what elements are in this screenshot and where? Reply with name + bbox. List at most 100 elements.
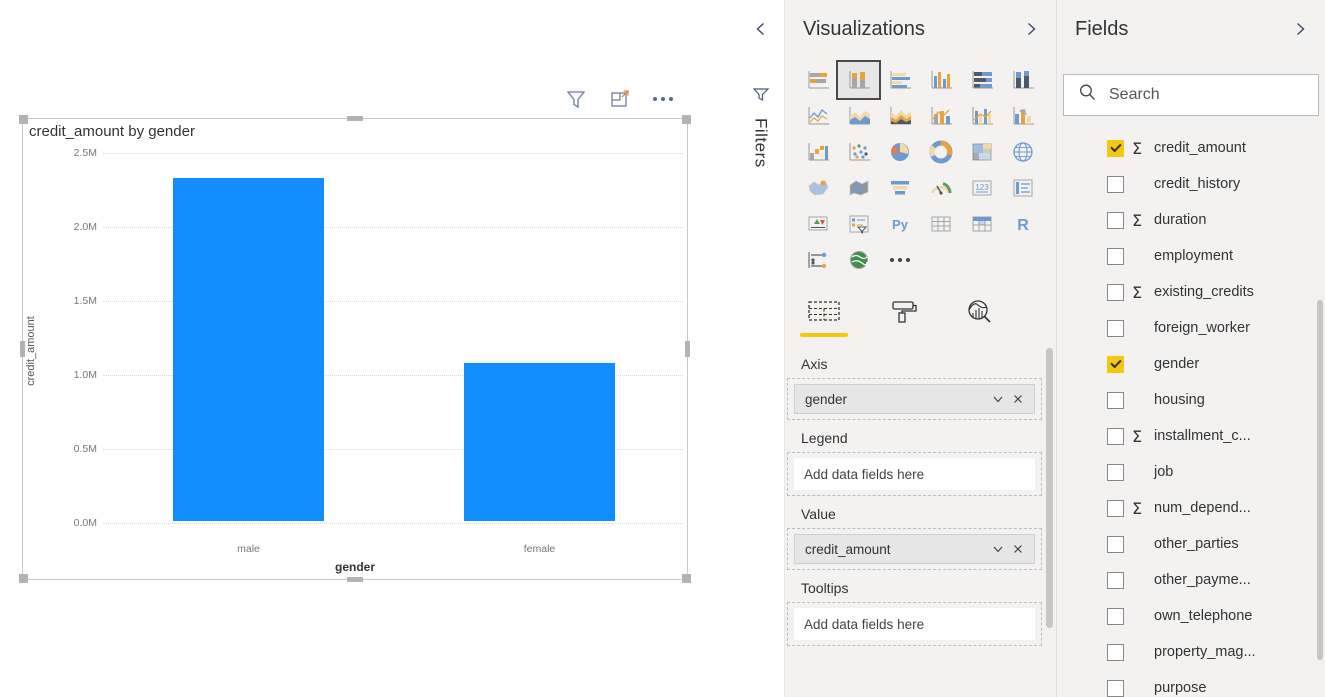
kpi-icon[interactable] — [797, 206, 838, 242]
svg-text:123: 123 — [975, 183, 989, 192]
field-checkbox[interactable] — [1107, 283, 1124, 301]
field-checkbox[interactable] — [1107, 247, 1124, 265]
fields-tab[interactable] — [785, 295, 863, 337]
field-row[interactable]: credit_history — [1057, 166, 1325, 202]
field-row[interactable]: other_parties — [1057, 526, 1325, 562]
field-row[interactable]: own_telephone — [1057, 598, 1325, 634]
matrix-icon[interactable] — [961, 206, 1002, 242]
filters-rail[interactable]: Filters — [737, 0, 785, 697]
more-options-icon[interactable] — [653, 88, 673, 110]
remove-field-icon[interactable] — [1008, 389, 1028, 409]
multi-row-card-icon[interactable] — [1002, 170, 1043, 206]
pie-chart-icon[interactable] — [879, 134, 920, 170]
field-row[interactable]: property_mag... — [1057, 634, 1325, 670]
map-icon[interactable] — [1002, 134, 1043, 170]
field-checkbox[interactable] — [1107, 391, 1124, 409]
field-row[interactable]: Σexisting_credits — [1057, 274, 1325, 310]
fields-search-box[interactable] — [1063, 74, 1319, 116]
visualizations-scrollbar[interactable] — [1046, 348, 1053, 628]
more-visuals-icon[interactable] — [879, 242, 920, 278]
filled-map-icon[interactable] — [797, 170, 838, 206]
field-checkbox[interactable] — [1107, 319, 1124, 337]
field-checkbox[interactable] — [1107, 499, 1124, 517]
field-row[interactable]: foreign_worker — [1057, 310, 1325, 346]
chevron-left-icon[interactable] — [752, 20, 770, 38]
donut-chart-icon[interactable] — [920, 134, 961, 170]
field-checkbox[interactable] — [1107, 571, 1124, 589]
field-row[interactable]: Σinstallment_c... — [1057, 418, 1325, 454]
stacked-column-chart-icon[interactable] — [836, 60, 881, 100]
filter-funnel-icon[interactable] — [752, 85, 770, 103]
fields-scrollbar[interactable] — [1317, 300, 1323, 660]
field-checkbox[interactable] — [1107, 679, 1124, 697]
shape-map-icon[interactable] — [838, 170, 879, 206]
visualization-type-gallery[interactable]: 123 Py R — [797, 60, 1045, 278]
field-chip-gender[interactable]: gender — [794, 384, 1035, 414]
bar-female[interactable] — [463, 362, 616, 521]
field-row[interactable]: job — [1057, 454, 1325, 490]
field-row[interactable]: employment — [1057, 238, 1325, 274]
field-row[interactable]: gender — [1057, 346, 1325, 382]
slicer-icon[interactable] — [838, 206, 879, 242]
format-tab[interactable] — [863, 295, 941, 337]
well-dropzone-legend[interactable]: Add data fields here — [787, 452, 1042, 496]
r-script-visual-icon[interactable]: R — [1002, 206, 1043, 242]
field-checkbox[interactable] — [1107, 211, 1124, 229]
sigma-aggregate-icon: Σ — [1131, 426, 1143, 446]
well-dropzone-value[interactable]: credit_amount — [787, 528, 1042, 570]
report-canvas[interactable]: credit_amount by gender 0.0M 0.5M 1.0M 1.5M… — [0, 0, 737, 697]
clustered-bar-chart-icon[interactable] — [879, 62, 920, 98]
card-icon[interactable]: 123 — [961, 170, 1002, 206]
field-row[interactable]: Σnum_depend... — [1057, 490, 1325, 526]
field-row[interactable]: housing — [1057, 382, 1325, 418]
chevron-right-icon[interactable] — [1022, 20, 1040, 38]
scatter-chart-icon[interactable] — [838, 134, 879, 170]
field-checkbox[interactable] — [1107, 175, 1124, 193]
clustered-column-chart-icon[interactable] — [920, 62, 961, 98]
field-row[interactable]: other_payme... — [1057, 562, 1325, 598]
funnel-chart-icon[interactable] — [879, 170, 920, 206]
line-and-clustered-column-chart-icon[interactable] — [961, 98, 1002, 134]
remove-field-icon[interactable] — [1008, 539, 1028, 559]
chevron-down-icon[interactable] — [988, 389, 1008, 409]
python-visual-icon[interactable]: Py — [879, 206, 920, 242]
ribbon-chart-icon[interactable] — [1002, 98, 1043, 134]
area-chart-icon[interactable] — [838, 98, 879, 134]
field-checkbox[interactable] — [1107, 607, 1124, 625]
stacked-bar-chart-icon[interactable] — [797, 62, 838, 98]
field-chip-credit_amount[interactable]: credit_amount — [794, 534, 1035, 564]
column-chart-visual[interactable]: credit_amount by gender 0.0M 0.5M 1.0M 1.5M… — [19, 115, 691, 583]
treemap-icon[interactable] — [961, 134, 1002, 170]
line-and-stacked-column-chart-icon[interactable] — [920, 98, 961, 134]
waterfall-chart-icon[interactable] — [797, 134, 838, 170]
field-row[interactable]: purpose — [1057, 670, 1325, 697]
field-row[interactable]: Σcredit_amount — [1057, 130, 1325, 166]
hundred-percent-stacked-column-chart-icon[interactable] — [1002, 62, 1043, 98]
field-checkbox[interactable] — [1107, 139, 1124, 157]
field-label: purpose — [1154, 680, 1207, 696]
well-dropzone-axis[interactable]: gender — [787, 378, 1042, 420]
table-icon[interactable] — [920, 206, 961, 242]
field-checkbox[interactable] — [1107, 535, 1124, 553]
field-row[interactable]: Σduration — [1057, 202, 1325, 238]
focus-mode-icon[interactable] — [609, 88, 631, 110]
analytics-tab[interactable] — [941, 295, 1019, 337]
arcgis-maps-icon[interactable] — [838, 242, 879, 278]
field-checkbox[interactable] — [1107, 355, 1124, 373]
filters-pane-label: Filters — [751, 118, 771, 168]
line-chart-icon[interactable] — [797, 98, 838, 134]
well-dropzone-tooltips[interactable]: Add data fields here — [787, 602, 1042, 646]
field-checkbox[interactable] — [1107, 643, 1124, 661]
bar-male[interactable] — [172, 177, 325, 521]
field-label: housing — [1154, 392, 1205, 408]
field-checkbox[interactable] — [1107, 463, 1124, 481]
search-input[interactable] — [1109, 86, 1299, 104]
chevron-down-icon[interactable] — [988, 539, 1008, 559]
stacked-area-chart-icon[interactable] — [879, 98, 920, 134]
chevron-right-icon[interactable] — [1291, 20, 1309, 38]
filter-icon[interactable] — [565, 88, 587, 110]
key-influencers-icon[interactable] — [797, 242, 838, 278]
gauge-chart-icon[interactable] — [920, 170, 961, 206]
field-checkbox[interactable] — [1107, 427, 1124, 445]
hundred-percent-stacked-bar-chart-icon[interactable] — [961, 62, 1002, 98]
